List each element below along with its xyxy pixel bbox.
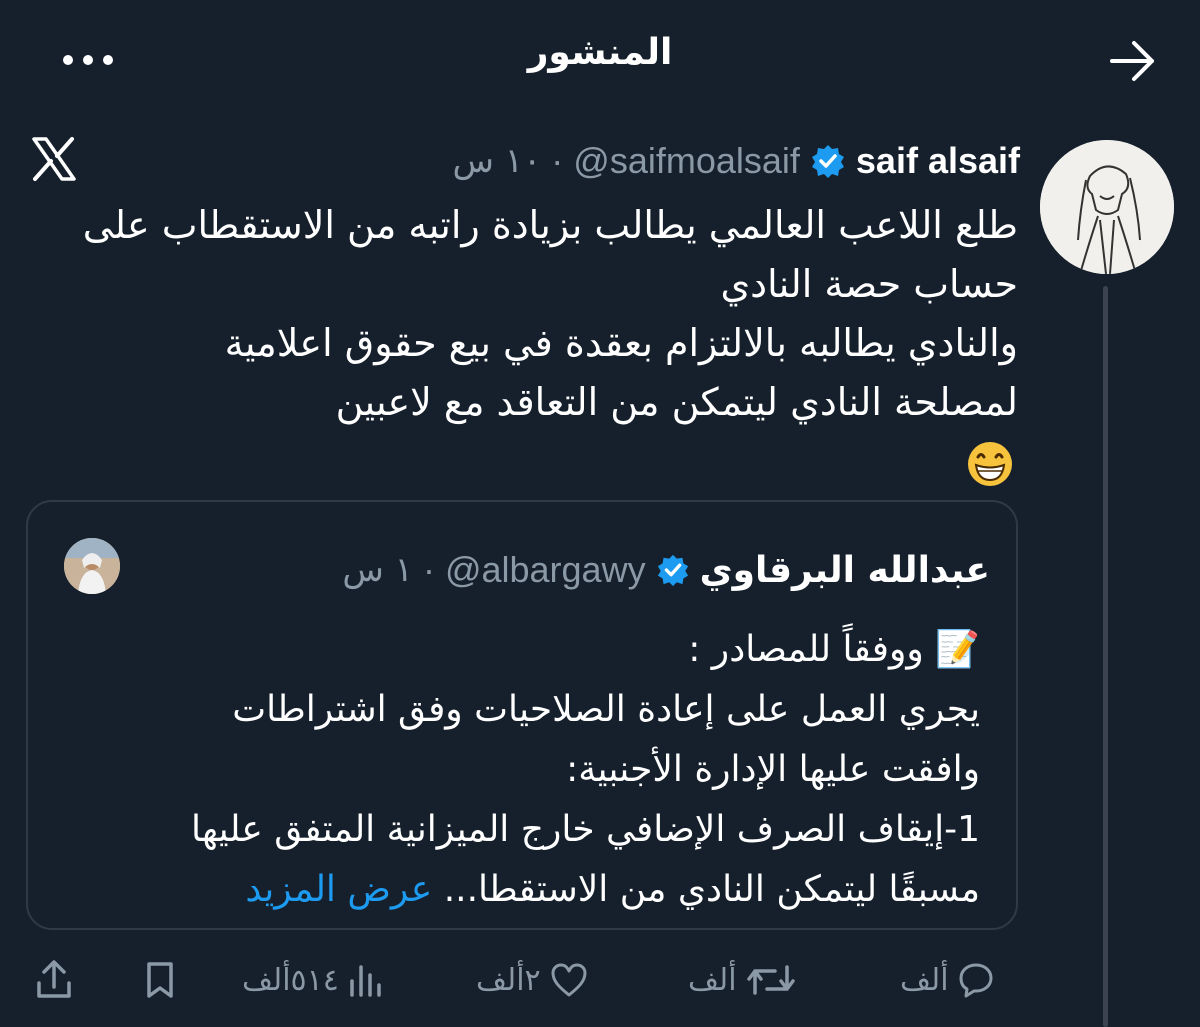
author-handle[interactable]: @saifmoalsaif: [573, 140, 800, 182]
post-author-line: saif alsaif @saifmoalsaif · ١٠ س: [452, 136, 1020, 186]
like-count: ٢ألف: [476, 962, 541, 998]
author-name[interactable]: saif alsaif: [856, 140, 1020, 182]
reply-button[interactable]: ألف: [900, 950, 995, 1010]
post-text-line: لمصلحة النادي ليتمكن من التعاقد مع لاعبي…: [335, 380, 1018, 424]
quoted-text-line: وافقت عليها الإدارة الأجنبية:: [566, 749, 980, 790]
quoted-text-first: ووفقاً للمصادر :: [688, 629, 924, 670]
arrow-right-icon: [1110, 41, 1154, 81]
reply-count: ألف: [900, 962, 949, 998]
repost-icon: [745, 961, 797, 999]
more-options-button[interactable]: [60, 42, 120, 78]
views-count: ٥١٤ألف: [242, 962, 339, 998]
quoted-text-line: 📝 ووفقاً للمصادر :: [120, 620, 980, 680]
action-bar: ألف ألف ٢ألف ٥١٤ألف: [0, 950, 1200, 1010]
post-time[interactable]: ١٠ س: [452, 141, 541, 181]
repost-button[interactable]: ألف: [688, 950, 797, 1010]
x-logo-icon: [32, 137, 76, 181]
quoted-author-line: عبدالله البرقاوي @albargawy · ١ س: [342, 542, 990, 598]
grinning-face-emoji: [966, 440, 1014, 488]
back-button[interactable]: [1108, 38, 1158, 84]
quoted-author-name[interactable]: عبدالله البرقاوي: [700, 550, 990, 591]
heart-icon: [549, 961, 589, 999]
bookmark-icon: [142, 960, 178, 1000]
dot-separator: ·: [551, 140, 564, 181]
show-more-link[interactable]: عرض المزيد: [245, 869, 443, 910]
share-button[interactable]: [34, 950, 74, 1010]
like-button[interactable]: ٢ألف: [476, 950, 589, 1010]
memo-emoji: 📝: [935, 629, 980, 670]
bookmark-button[interactable]: [142, 950, 178, 1010]
reply-icon: [957, 961, 995, 999]
emoji-line: [28, 432, 1018, 491]
views-button[interactable]: ٥١٤ألف: [242, 950, 383, 1010]
quoted-text-line: يجري العمل على إعادة الصلاحيات وفق اشترا…: [232, 689, 980, 730]
post-text-line: والنادي يطالبه بالالتزام بعقدة في بيع حق…: [224, 321, 1018, 365]
x-logo[interactable]: [30, 136, 78, 182]
avatar[interactable]: [1040, 140, 1174, 274]
quoted-post-time[interactable]: ١ س: [342, 550, 413, 590]
verified-badge-icon: [810, 143, 846, 179]
repost-count: ألف: [688, 962, 737, 998]
quoted-text-line: مسبقًا ليتمكن النادي من الاستقطا... عرض …: [120, 860, 980, 920]
share-icon: [34, 959, 74, 1001]
verified-badge-icon: [656, 553, 690, 587]
quoted-author-handle[interactable]: @albargawy: [445, 549, 646, 591]
quoted-avatar-photo-icon: [64, 538, 120, 594]
quoted-avatar[interactable]: [64, 538, 120, 594]
quoted-text-truncated: مسبقًا ليتمكن النادي من الاستقطا...: [443, 869, 980, 910]
post-text-line: طلع اللاعب العالمي يطالب بزيادة راتبه من…: [82, 203, 1018, 247]
more-dots-icon: [63, 55, 113, 65]
page-title: المنشور: [527, 32, 673, 73]
thread-line: [1103, 286, 1108, 1027]
views-chart-icon: [347, 961, 383, 999]
dot-separator: ·: [422, 549, 435, 590]
quoted-post-text: 📝 ووفقاً للمصادر : يجري العمل على إعادة …: [120, 620, 980, 920]
post-text-line: حساب حصة النادي: [720, 262, 1018, 306]
quoted-text-line: 1-إيقاف الصرف الإضافي خارج الميزانية الم…: [191, 809, 980, 850]
avatar-sketch-icon: [1040, 140, 1174, 274]
post-text: طلع اللاعب العالمي يطالب بزيادة راتبه من…: [28, 196, 1018, 491]
